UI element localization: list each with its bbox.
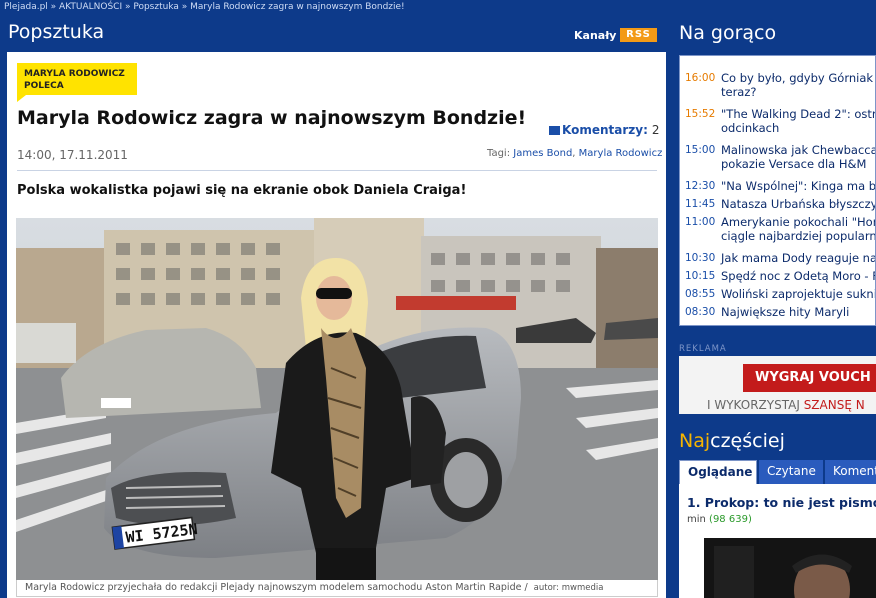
breadcrumb-item-home[interactable]: Plejada.pl (4, 2, 48, 12)
news-link[interactable]: Natasza Urbańska błyszczy na (721, 197, 875, 211)
rss-button[interactable]: RSS (620, 28, 657, 42)
tab-read[interactable]: Czytane (759, 460, 823, 484)
ad-label: REKLAMA (679, 344, 727, 354)
news-time: 15:52 (685, 108, 716, 120)
ad-button[interactable]: WYGRAJ VOUCH (743, 364, 876, 392)
channels-link[interactable]: Kanały (574, 29, 616, 42)
comments-label[interactable]: Komentarzy: (562, 123, 648, 137)
popular-tabs: Oglądane Czytane Komentowane (679, 460, 876, 485)
article-lead: Polska wokalistka pojawi się na ekranie … (17, 183, 467, 198)
most-popular-title: Najczęściej (679, 430, 785, 452)
list-item[interactable]: 10:15 Spędź noc z Odetą Moro - Fi (685, 269, 875, 283)
breadcrumb-item-section[interactable]: Popsztuka (133, 2, 179, 12)
breadcrumb: Plejada.pl » AKTUALNOŚCI » Popsztuka » M… (4, 2, 405, 12)
article-title: Maryla Rodowicz zagra w najnowszym Bondz… (17, 107, 527, 129)
photo-scene: WI 5725N (16, 218, 658, 581)
news-time: 08:55 (685, 288, 716, 300)
news-time: 15:00 (685, 144, 716, 156)
photo-caption: Maryla Rodowicz przyjechała do redakcji … (16, 580, 658, 597)
news-link[interactable]: Amerykanie pokochali "Home ciągle najbard… (721, 215, 875, 243)
article-photo: WI 5725N (16, 218, 658, 581)
news-link[interactable]: Malinowska jak Chewbacca, pokazie Versace… (721, 143, 875, 171)
news-link[interactable]: "Na Wspólnej": Kinga ma bez (721, 179, 875, 193)
hot-news-title: Na gorąco (679, 22, 777, 44)
list-item[interactable]: 16:00 Co by było, gdyby Górniak za teraz? (685, 71, 875, 103)
news-time: 08:30 (685, 306, 716, 318)
comment-icon (549, 126, 560, 135)
ad-banner[interactable]: WYGRAJ VOUCH I WYKORZYSTAJ SZANSĘ N (679, 356, 876, 414)
list-item[interactable]: 11:45 Natasza Urbańska błyszczy na (685, 197, 875, 211)
list-item[interactable]: 10:30 Jak mama Dody reaguje na j (685, 251, 875, 265)
list-item[interactable]: 11:00 Amerykanie pokochali "Home ciągle na… (685, 215, 875, 247)
photo-author: autor: mwmedia (533, 583, 604, 593)
tab-commented[interactable]: Komentowane (825, 460, 876, 484)
divider (17, 170, 657, 171)
list-item[interactable]: 12:30 "Na Wspólnej": Kinga ma bez (685, 179, 875, 193)
article-tags: Tagi: James Bond, Maryla Rodowicz (487, 148, 663, 159)
tab-watched[interactable]: Oglądane (679, 460, 757, 485)
popular-item-meta: min (98 639) (687, 514, 752, 525)
recommendation-badge: MARYLA RODOWICZ POLECA (17, 63, 137, 102)
hot-news-panel: 16:00 Co by było, gdyby Górniak za teraz? … (679, 55, 876, 326)
news-link[interactable]: Jak mama Dody reaguje na j (721, 251, 875, 265)
news-time: 11:45 (685, 198, 716, 210)
news-link[interactable]: Największe hity Maryli (721, 305, 849, 319)
popular-item-title[interactable]: 1. Prokop: to nie jest pismo d (687, 495, 876, 510)
news-link[interactable]: Spędź noc z Odetą Moro - Fi (721, 269, 875, 283)
news-time: 10:15 (685, 270, 716, 282)
list-item[interactable]: 08:55 Woliński zaprojektuje suknię (685, 287, 875, 301)
section-title[interactable]: Popsztuka (8, 21, 104, 43)
video-thumbnail[interactable] (704, 538, 876, 598)
news-link[interactable]: "The Walking Dead 2": ostrz odcinkach (721, 107, 875, 135)
news-time: 12:30 (685, 180, 716, 192)
ad-subtext: I WYKORZYSTAJ SZANSĘ N (707, 398, 865, 412)
news-time: 11:00 (685, 216, 716, 228)
tags-label: Tagi: (487, 148, 511, 159)
list-item[interactable]: 15:52 "The Walking Dead 2": ostrz odcinkac… (685, 107, 875, 139)
popular-panel: 1. Prokop: to nie jest pismo d min (98 6… (679, 484, 876, 598)
news-link[interactable]: Woliński zaprojektuje suknię (721, 287, 875, 301)
news-link[interactable]: Co by było, gdyby Górniak za teraz? (721, 71, 875, 99)
thumbnail-image (704, 538, 876, 598)
news-time: 10:30 (685, 252, 716, 264)
list-item[interactable]: 15:00 Malinowska jak Chewbacca, pokazie Ve… (685, 143, 875, 175)
article-date: 14:00, 17.11.2011 (17, 148, 128, 162)
comments-count: 2 (651, 123, 660, 137)
view-count: (98 639) (709, 514, 752, 525)
tag-link[interactable]: Maryla Rodowicz (579, 148, 663, 159)
breadcrumb-item-current: Maryla Rodowicz zagra w najnowszym Bondz… (190, 2, 405, 12)
news-time: 16:00 (685, 72, 716, 84)
tag-link[interactable]: James Bond (513, 148, 572, 159)
hot-news-list: 16:00 Co by było, gdyby Górniak za teraz? … (685, 71, 875, 323)
caption-text: Maryla Rodowicz przyjechała do redakcji … (25, 582, 528, 593)
breadcrumb-item-news[interactable]: AKTUALNOŚCI (59, 2, 122, 12)
comments-link[interactable]: Komentarzy: 2 (549, 123, 660, 137)
list-item[interactable]: 08:30 Największe hity Maryli (685, 305, 875, 319)
